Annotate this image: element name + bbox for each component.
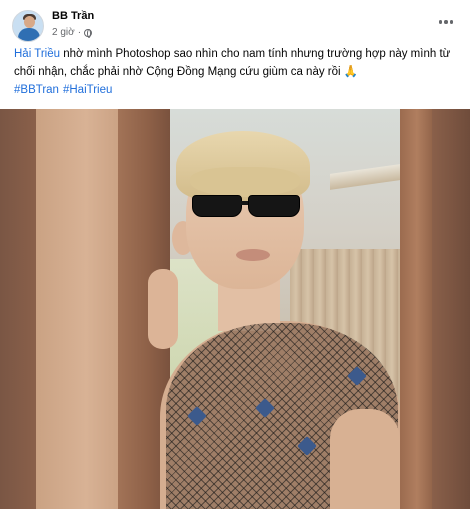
more-options-button[interactable] [434, 12, 458, 32]
caption-text: nhờ mình Photoshop sao nhìn cho nam tính… [14, 48, 451, 78]
author-avatar[interactable] [12, 10, 44, 42]
more-horizontal-icon [438, 20, 443, 24]
photo-subject [0, 109, 470, 509]
sunglasses [186, 195, 300, 221]
facebook-post: BB Trần 2 giờ · Hải Triều nhờ mình Photo… [0, 0, 470, 509]
post-photo[interactable] [0, 109, 470, 509]
post-caption: Hải Triều nhờ mình Photoshop sao nhìn ch… [14, 45, 464, 81]
post-timestamp[interactable]: 2 giờ [52, 27, 75, 38]
hashtag-link[interactable]: #HaiTrieu [63, 84, 112, 96]
author-name[interactable]: BB Trần [52, 10, 94, 22]
mention-link[interactable]: Hải Triều [14, 48, 60, 60]
hashtag-list: #BBTran #HaiTrieu [14, 84, 112, 96]
post-meta: 2 giờ · [52, 27, 93, 38]
meta-separator: · [77, 27, 82, 38]
globe-icon [84, 28, 93, 38]
hashtag-link[interactable]: #BBTran [14, 84, 59, 96]
